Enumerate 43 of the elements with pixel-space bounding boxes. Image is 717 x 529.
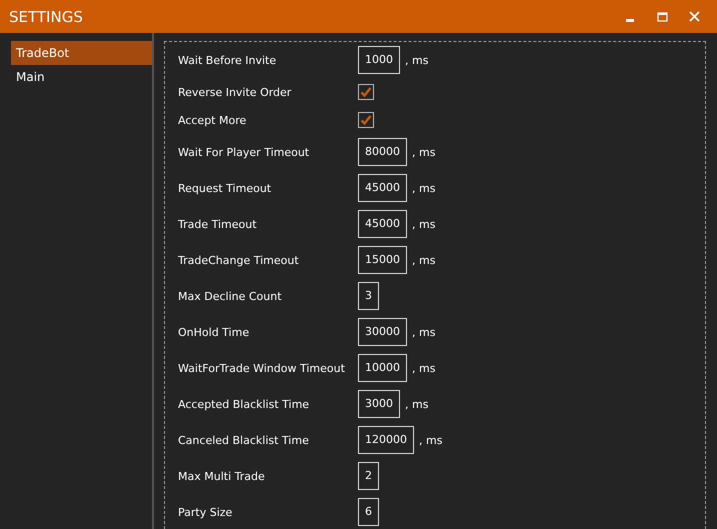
number-field[interactable]: 45000 [358, 174, 407, 202]
window-title: SETTINGS [9, 8, 83, 26]
setting-label: Canceled Blacklist Time [178, 434, 310, 446]
setting-label: Max Decline Count [178, 290, 283, 302]
unit-label: , ms [412, 182, 436, 194]
number-field[interactable]: 3000 [358, 390, 400, 418]
sidebar-item[interactable]: Main [11, 65, 152, 89]
unit-label: , ms [412, 254, 436, 266]
setting-label: Party Size [178, 506, 234, 518]
unit-label: , ms [405, 398, 428, 410]
unit-label: , ms [412, 218, 436, 230]
unit-label: , ms [412, 326, 436, 338]
setting-label: OnHold Time [178, 326, 250, 338]
setting-label: Max Multi Trade [178, 470, 266, 482]
setting-label: WaitForTrade Window Timeout [178, 362, 346, 374]
setting-label: Wait Before Invite [178, 54, 278, 66]
setting-label: Wait For Player Timeout [178, 146, 310, 158]
number-field[interactable]: 3 [358, 282, 379, 310]
minimize-icon [626, 18, 634, 22]
number-field[interactable]: 6 [358, 498, 379, 526]
setting-label: Accept More [178, 114, 248, 126]
checkbox[interactable] [358, 112, 374, 128]
unit-label: , ms [412, 362, 436, 374]
unit-label: , ms [405, 54, 428, 66]
sidebar-item[interactable]: TradeBot [11, 41, 152, 65]
maximize-icon [656, 12, 668, 22]
setting-label: TradeChange Timeout [178, 254, 300, 266]
close-icon [688, 11, 700, 22]
number-field[interactable]: 80000 [358, 138, 407, 166]
setting-label: Request Timeout [178, 182, 272, 194]
number-field[interactable]: 30000 [358, 318, 407, 346]
number-field[interactable]: 45000 [358, 210, 407, 238]
unit-label: , ms [412, 146, 436, 158]
unit-label: , ms [419, 434, 442, 446]
setting-label: Trade Timeout [178, 218, 258, 230]
number-field[interactable]: 1000 [358, 46, 400, 74]
number-field[interactable]: 10000 [358, 354, 407, 382]
number-field[interactable]: 2 [358, 462, 379, 490]
number-field[interactable]: 15000 [358, 246, 407, 274]
setting-label: Accepted Blacklist Time [178, 398, 310, 410]
number-field[interactable]: 120000 [358, 426, 414, 454]
setting-label: Reverse Invite Order [178, 86, 292, 98]
checkbox[interactable] [358, 84, 374, 100]
